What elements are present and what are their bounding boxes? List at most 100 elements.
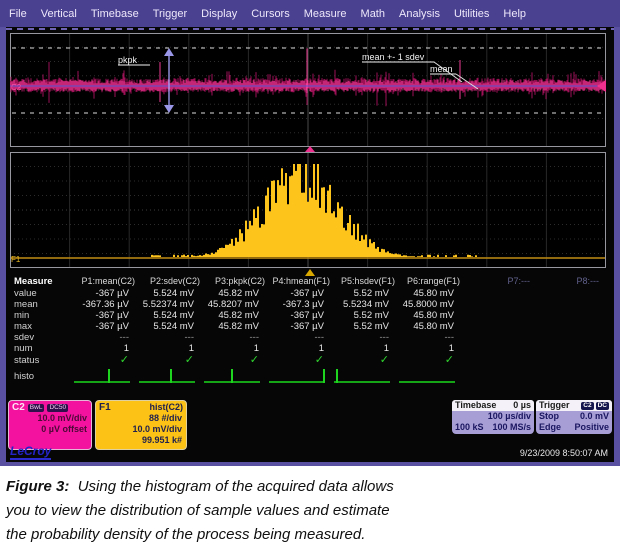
measure-col-header-p3[interactable]: P3:pkpk(C2)	[204, 275, 269, 288]
measure-cell-p3-mean: 45.8207 mV	[204, 299, 269, 310]
measure-table: MeasureP1:mean(C2)P2:sdev(C2)P3:pkpk(C2)…	[8, 275, 608, 386]
measure-cell-p2-mean: 5.52374 mV	[139, 299, 204, 310]
mean-annotation: mean	[430, 64, 453, 74]
measure-cell-p4-value: -367 µV	[269, 288, 334, 299]
menu-item-help[interactable]: Help	[503, 8, 526, 20]
datetime-display: 9/23/2009 8:50:07 AM	[520, 448, 608, 458]
figure-caption-line1: Using the histogram of the acquired data…	[78, 478, 394, 495]
f1-volts-per-div: 10.0 mV/div	[96, 424, 186, 435]
measure-row-label-value: value	[8, 288, 74, 299]
menu-item-analysis[interactable]: Analysis	[399, 8, 440, 20]
measure-cell-p1-mean: -367.36 µV	[74, 299, 139, 310]
status-check-icon-p2: ✓	[139, 354, 204, 367]
measure-cell-p7-max	[464, 321, 534, 332]
measure-col-header-p6[interactable]: P6:range(F1)	[399, 275, 464, 288]
measure-cell-p4-sdev: ---	[269, 332, 334, 343]
f1-counts-per-div: 88 #/div	[96, 413, 186, 424]
menu-item-timebase[interactable]: Timebase	[91, 8, 139, 20]
measure-cell-p1-max: -367 µV	[74, 321, 139, 332]
measure-row-label-max: max	[8, 321, 74, 332]
measure-cell-p5-max: 5.52 mV	[334, 321, 399, 332]
measure-row-label-num: num	[8, 343, 74, 354]
figure-caption-label: Figure 3:	[6, 478, 69, 495]
f1-population: 99.951 k#	[96, 435, 186, 446]
histicon-cell-p5	[334, 367, 399, 386]
histogram-svg: F1	[10, 152, 606, 268]
measure-row-label-min: min	[8, 310, 74, 321]
waveform-svg: pkpkmean +- 1 sdevmeanC2	[10, 33, 606, 147]
histicon-cell-p6	[399, 367, 464, 386]
timebase-descriptor[interactable]: Timebase 0 µs 100 µs/div 100 kS100 MS/s	[452, 400, 534, 434]
lecroy-logo: LeCroy	[10, 445, 51, 460]
trigger-type: Edge	[539, 422, 561, 433]
menu-item-display[interactable]: Display	[201, 8, 237, 20]
measure-cell-p6-sdev: ---	[399, 332, 464, 343]
histogram-graticule[interactable]: F1	[10, 152, 606, 268]
pkpk-annotation: pkpk	[118, 55, 138, 65]
figure-caption-line3: the probability density of the process b…	[6, 523, 612, 547]
trigger-label: Trigger	[539, 400, 570, 411]
status-check-icon-p7	[464, 354, 534, 367]
measure-cell-p3-min: 45.82 mV	[204, 310, 269, 321]
menu-item-measure[interactable]: Measure	[304, 8, 347, 20]
measure-cell-p4-min: -367 µV	[269, 310, 334, 321]
measure-cell-p8-sdev	[534, 332, 603, 343]
channel-c2-descriptor[interactable]: C2 BwL DC50 10.0 mV/div 0 µV offset	[8, 400, 92, 450]
f1-label: F1	[99, 402, 111, 413]
measure-cell-p6-value: 45.80 mV	[399, 288, 464, 299]
menu-item-utilities[interactable]: Utilities	[454, 8, 489, 20]
menu-item-file[interactable]: File	[9, 8, 27, 20]
timebase-per-div: 100 µs/div	[488, 411, 531, 422]
measure-cell-p5-sdev: ---	[334, 332, 399, 343]
mini-histogram-icon	[139, 368, 195, 385]
menu-separator-dashes	[6, 28, 614, 30]
trigger-coupling-badge: DC	[596, 402, 609, 410]
f1-function: hist(C2)	[150, 402, 184, 413]
trace-f1-descriptor[interactable]: F1 hist(C2) 88 #/div 10.0 mV/div 99.951 …	[95, 400, 187, 450]
measure-col-header-p2[interactable]: P2:sdev(C2)	[139, 275, 204, 288]
waveform-graticule[interactable]: pkpkmean +- 1 sdevmeanC2	[10, 33, 606, 147]
pkpk-arrow-top-icon	[164, 48, 174, 56]
timebase-rate: 100 MS/s	[492, 422, 531, 433]
measure-cell-p8-mean	[534, 299, 603, 310]
measure-cell-p6-min: 45.80 mV	[399, 310, 464, 321]
status-check-icon-p5: ✓	[334, 354, 399, 367]
mini-histogram-icon	[204, 368, 260, 385]
mini-histogram-icon	[269, 368, 325, 385]
measure-col-header-p8[interactable]: P8:---	[534, 275, 603, 288]
mean-sdev-annotation: mean +- 1 sdev	[362, 52, 425, 62]
measure-col-header-p4[interactable]: P4:hmean(F1)	[269, 275, 334, 288]
measure-cell-p5-value: 5.52 mV	[334, 288, 399, 299]
trigger-descriptor[interactable]: Trigger C2 DC Stop0.0 mV EdgePositive	[536, 400, 612, 434]
measure-cell-p4-num: 1	[269, 343, 334, 354]
measure-cell-p5-mean: 5.5234 mV	[334, 299, 399, 310]
measure-col-header-p1[interactable]: P1:mean(C2)	[74, 275, 139, 288]
measure-cell-p7-num	[464, 343, 534, 354]
histicon-cell-p2	[139, 367, 204, 386]
measure-cell-p6-max: 45.80 mV	[399, 321, 464, 332]
measure-col-header-p7[interactable]: P7:---	[464, 275, 534, 288]
measure-row-label-sdev: sdev	[8, 332, 74, 343]
measure-cell-p4-max: -367 µV	[269, 321, 334, 332]
status-check-icon-p4: ✓	[269, 354, 334, 367]
measure-cell-p8-num	[534, 343, 603, 354]
measure-table-title: Measure	[8, 275, 74, 288]
histicon-cell-p4	[269, 367, 334, 386]
measure-cell-p2-min: 5.524 mV	[139, 310, 204, 321]
c2-label: C2	[12, 402, 25, 413]
measure-cell-p2-max: 5.524 mV	[139, 321, 204, 332]
pkpk-arrow-bottom-icon	[164, 105, 174, 113]
status-check-icon-p8	[534, 354, 603, 367]
f1-trace-label: F1	[11, 255, 21, 264]
measure-cell-p4-mean: -367.3 µV	[269, 299, 334, 310]
menu-item-trigger[interactable]: Trigger	[153, 8, 187, 20]
measure-cell-p2-sdev: ---	[139, 332, 204, 343]
mini-histogram-icon	[74, 368, 130, 385]
menu-item-vertical[interactable]: Vertical	[41, 8, 77, 20]
menu-item-cursors[interactable]: Cursors	[251, 8, 290, 20]
measure-row-label-histo: histo	[8, 367, 74, 386]
menu-item-math[interactable]: Math	[361, 8, 385, 20]
menu-bar: File Vertical Timebase Trigger Display Cursor…	[0, 0, 620, 27]
measure-cell-p2-num: 1	[139, 343, 204, 354]
measure-col-header-p5[interactable]: P5:hsdev(F1)	[334, 275, 399, 288]
